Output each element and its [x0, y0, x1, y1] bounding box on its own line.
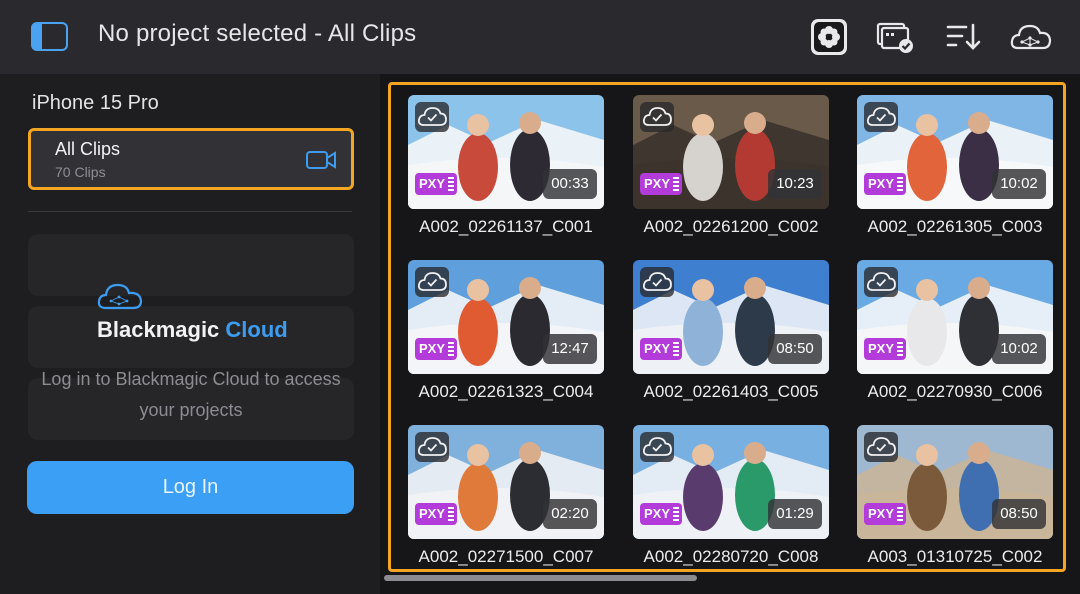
login-message: Log in to Blackmagic Cloud to access you…	[41, 369, 341, 420]
cloud-network-icon[interactable]	[1008, 16, 1054, 58]
clip-duration: 01:29	[768, 499, 822, 529]
clip-name: A002_02270930_C006	[867, 382, 1043, 401]
horizontal-scrollbar[interactable]	[384, 575, 697, 581]
clip-thumbnail[interactable]: PXY 00:33	[408, 95, 604, 209]
clip-count: 70 Clips	[55, 164, 106, 180]
clip-duration: 02:20	[543, 499, 597, 529]
cloud-synced-icon	[640, 267, 674, 297]
clip-thumbnail[interactable]: PXY 01:29	[633, 425, 829, 539]
clip-name: A002_02261403_C005	[643, 382, 819, 401]
device-name: iPhone 15 Pro	[32, 92, 159, 114]
clip-card[interactable]: PXY 10:02 A002_02261305_C003	[857, 95, 1055, 237]
clip-name: A002_02261323_C004	[418, 382, 594, 401]
clip-thumbnail[interactable]: PXY 10:23	[633, 95, 829, 209]
blackmagic-cloud-logo-icon	[97, 283, 143, 310]
clip-duration: 10:02	[992, 169, 1046, 199]
proxy-badge: PXY	[415, 173, 457, 195]
sidebar-item-all-clips[interactable]: All Clips 70 Clips	[28, 128, 354, 190]
clip-card[interactable]: PXY 08:50 A003_01310725_C002	[857, 425, 1055, 567]
proxy-badge: PXY	[640, 173, 682, 195]
clip-thumbnail[interactable]: PXY 08:50	[633, 260, 829, 374]
cloud-synced-icon	[415, 267, 449, 297]
clip-thumbnail[interactable]: PXY 08:50	[857, 425, 1053, 539]
cloud-synced-icon	[864, 267, 898, 297]
clip-name: A002_02261137_C001	[419, 217, 593, 236]
top-bar: No project selected - All Clips	[0, 0, 1080, 74]
clip-duration: 12:47	[543, 334, 597, 364]
placeholder-card	[28, 234, 354, 296]
blackmagic-cloud-wordmark: Blackmagic Cloud	[97, 317, 288, 343]
all-clips-label: All Clips	[55, 139, 121, 159]
clip-card[interactable]: PXY 08:50 A002_02261403_C005	[633, 260, 831, 402]
proxy-badge: PXY	[640, 338, 682, 360]
clip-name: A002_02271500_C007	[418, 547, 594, 566]
clip-duration: 00:33	[543, 169, 597, 199]
proxy-badge: PXY	[640, 503, 682, 525]
brand-suffix: Cloud	[225, 317, 288, 342]
sidebar: iPhone 15 Pro All Clips 70 Clips Blackma…	[0, 74, 380, 594]
proxy-badge: PXY	[864, 173, 906, 195]
clip-card[interactable]: PXY 01:29 A002_02280720_C008	[633, 425, 831, 567]
clip-card[interactable]: PXY 00:33 A002_02261137_C001	[408, 95, 606, 237]
sort-icon[interactable]	[942, 16, 984, 58]
proxy-badge: PXY	[415, 503, 457, 525]
cloud-synced-icon	[415, 102, 449, 132]
cloud-synced-icon	[864, 102, 898, 132]
clips-panel: PXY 00:33 A002_02261137_C001 PXY 10:23 A…	[380, 74, 1080, 594]
clip-card[interactable]: PXY 10:23 A002_02261200_C002	[633, 95, 831, 237]
clip-thumbnail[interactable]: PXY 02:20	[408, 425, 604, 539]
sync-cards-icon[interactable]	[874, 16, 916, 58]
clip-thumbnail[interactable]: PXY 12:47	[408, 260, 604, 374]
log-in-button[interactable]: Log In	[27, 461, 354, 514]
blackmagic-app-icon[interactable]	[808, 16, 850, 58]
cloud-synced-icon	[640, 102, 674, 132]
proxy-badge: PXY	[864, 338, 906, 360]
video-camera-icon	[306, 151, 336, 169]
clip-duration: 10:23	[768, 169, 822, 199]
cloud-synced-icon	[864, 432, 898, 462]
proxy-badge: PXY	[864, 503, 906, 525]
clip-name: A002_02261305_C003	[867, 217, 1043, 236]
brand-prefix: Blackmagic	[97, 317, 220, 342]
clip-card[interactable]: PXY 02:20 A002_02271500_C007	[408, 425, 606, 567]
clip-duration: 08:50	[992, 499, 1046, 529]
clip-name: A002_02280720_C008	[643, 547, 819, 566]
clip-duration: 08:50	[768, 334, 822, 364]
clip-card[interactable]: PXY 10:02 A002_02270930_C006	[857, 260, 1055, 402]
clip-card[interactable]: PXY 12:47 A002_02261323_C004	[408, 260, 606, 402]
clip-thumbnail[interactable]: PXY 10:02	[857, 95, 1053, 209]
clip-name: A003_01310725_C002	[867, 547, 1043, 566]
proxy-badge: PXY	[415, 338, 457, 360]
cloud-synced-icon	[415, 432, 449, 462]
page-title: No project selected - All Clips	[98, 20, 417, 47]
clip-duration: 10:02	[992, 334, 1046, 364]
cloud-synced-icon	[640, 432, 674, 462]
clip-thumbnail[interactable]: PXY 10:02	[857, 260, 1053, 374]
sidebar-divider	[28, 211, 352, 212]
sidebar-toggle-icon[interactable]	[31, 22, 68, 51]
clip-name: A002_02261200_C002	[643, 217, 819, 236]
